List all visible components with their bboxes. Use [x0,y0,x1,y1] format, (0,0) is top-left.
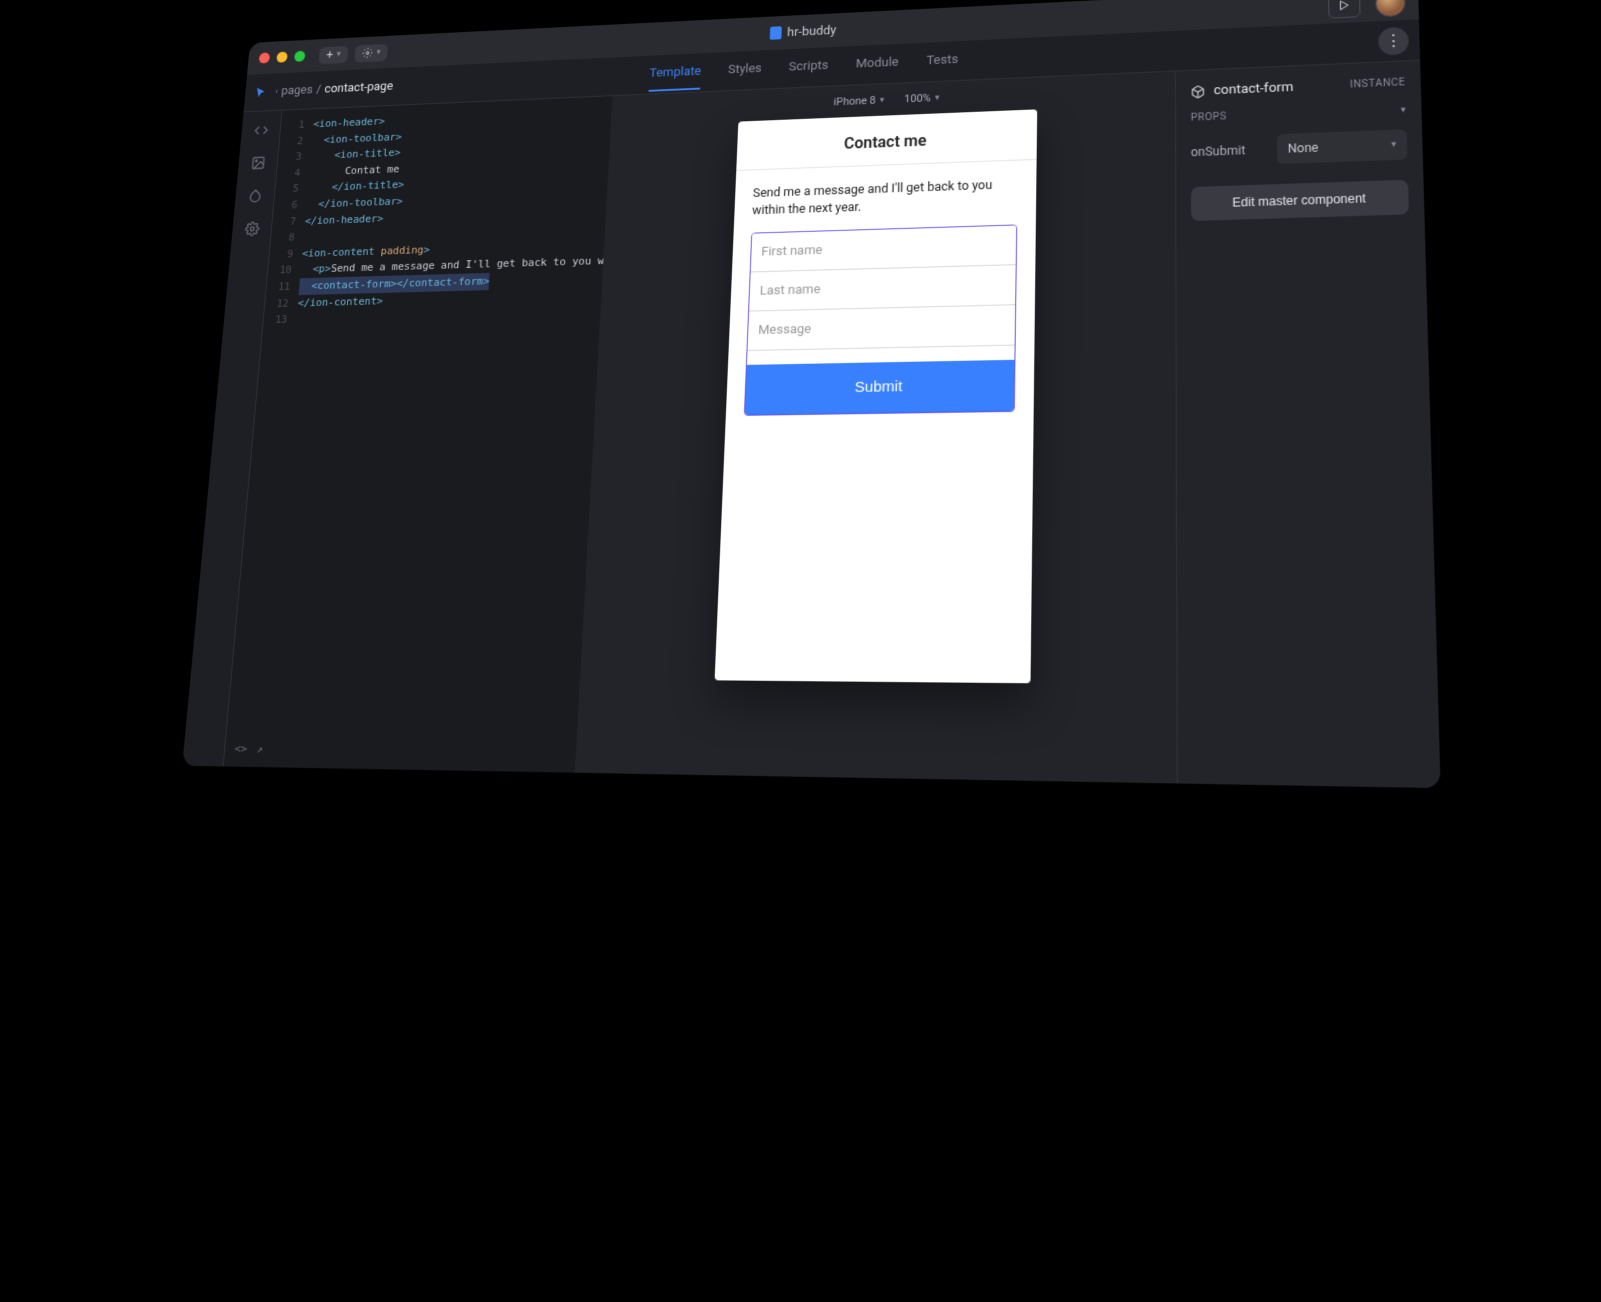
device-preview: Contact me Send me a message and I'll ge… [714,109,1037,683]
code-editor[interactable]: 1<ion-header>2 <ion-toolbar>3 <ion-title… [223,96,612,773]
message-field[interactable]: Message [747,305,1015,351]
zoom-selector[interactable]: 100% ▾ [904,91,939,105]
edit-master-button[interactable]: Edit master component [1190,180,1408,221]
drop-icon[interactable] [246,187,264,204]
tab-module[interactable]: Module [855,46,899,83]
code-icon[interactable] [252,122,269,139]
instance-badge: INSTANCE [1349,77,1405,90]
inspector-panel: contact-form INSTANCE PROPS ▾ onSubmit N… [1174,61,1440,788]
component-icon [1190,84,1205,98]
breadcrumb-parent[interactable]: pages [280,83,313,98]
code-footer-left[interactable]: <> [233,740,247,758]
intro-text: Send me a message and I'll get back to y… [751,176,1017,219]
submit-button[interactable]: Submit [744,360,1014,415]
device-selector[interactable]: iPhone 8 ▾ [833,94,884,109]
image-icon[interactable] [249,155,267,172]
tab-tests[interactable]: Tests [926,43,958,80]
tab-scripts[interactable]: Scripts [788,49,829,86]
cursor-icon[interactable] [253,85,268,100]
breadcrumb-current: contact-page [324,80,393,97]
prop-name: onSubmit [1190,143,1245,159]
contact-form: First name Last name Message Submit [743,224,1016,415]
breadcrumb[interactable]: ‹ pages / contact-page [274,80,393,99]
prop-value-select[interactable]: None ▾ [1276,129,1407,164]
props-section-label[interactable]: PROPS ▾ [1190,104,1406,123]
project-name: hr-buddy [786,23,836,39]
more-button[interactable]: ⋮ [1378,26,1409,55]
app-window: +▾ ▾ hr-buddy ‹ pages / contact-page [182,0,1440,788]
preview-panel: iPhone 8 ▾ 100% ▾ Contact me Send me a m… [574,71,1176,783]
last-name-field[interactable]: Last name [749,265,1016,311]
component-name: contact-form [1213,80,1293,98]
tab-styles[interactable]: Styles [727,52,762,88]
code-footer-right[interactable]: ↗ [255,741,263,759]
tab-template[interactable]: Template [648,55,701,92]
file-icon [769,26,781,40]
gear-icon[interactable] [242,220,260,237]
